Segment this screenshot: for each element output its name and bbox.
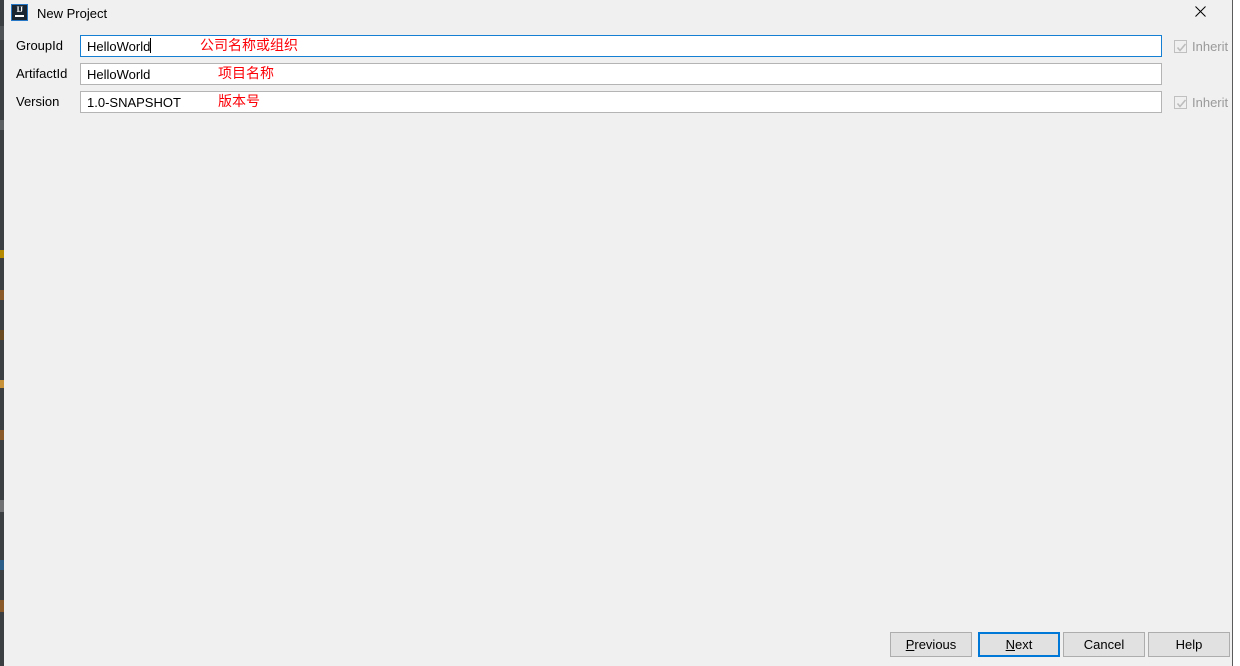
form-row-artifactid: ArtifactId HelloWorld 项目名称 [4, 63, 1232, 85]
groupid-inherit-control[interactable]: Inherit [1174, 38, 1228, 55]
version-value: 1.0-SNAPSHOT [87, 95, 181, 110]
app-icon-letters: IJ [16, 5, 23, 14]
previous-button[interactable]: Previous [890, 632, 972, 657]
cancel-button[interactable]: Cancel [1063, 632, 1145, 657]
version-inherit-label: Inherit [1192, 94, 1229, 110]
groupid-inherit-checkbox[interactable] [1174, 40, 1187, 53]
dialog-title-bar: IJ New Project [4, 0, 1232, 28]
artifactid-value: HelloWorld [87, 67, 151, 82]
next-button-mnemonic: N [1005, 637, 1016, 652]
artifactid-label: ArtifactId [16, 66, 68, 81]
next-button-label: ext [1015, 637, 1033, 652]
groupid-annotation: 公司名称或组织 [200, 38, 298, 54]
intellij-idea-icon: IJ [11, 4, 28, 21]
artifactid-annotation: 项目名称 [218, 66, 274, 82]
form-row-groupid: GroupId HelloWorld 公司名称或组织 Inherit [4, 35, 1232, 57]
checkmark-icon [1176, 43, 1187, 52]
groupid-value: HelloWorld [87, 39, 151, 54]
help-button-label: Help [1175, 637, 1203, 652]
groupid-label: GroupId [16, 38, 63, 53]
version-annotation: 版本号 [218, 94, 260, 110]
window-title: New Project [37, 6, 108, 21]
version-inherit-control[interactable]: Inherit [1174, 94, 1228, 111]
groupid-inherit-label: Inherit [1192, 38, 1229, 54]
previous-button-label: revious [914, 637, 957, 652]
version-inherit-checkbox[interactable] [1174, 96, 1187, 109]
checkmark-icon [1176, 99, 1187, 108]
next-button[interactable]: Next [978, 632, 1060, 657]
form-row-version: Version 1.0-SNAPSHOT 版本号 Inherit [4, 91, 1232, 113]
close-button[interactable] [1182, 0, 1222, 26]
version-label: Version [16, 94, 60, 109]
close-icon [1195, 6, 1206, 17]
text-caret [150, 38, 151, 53]
cancel-button-label: Cancel [1083, 637, 1125, 652]
dialog-button-bar: Previous Next Cancel Help [4, 632, 1232, 660]
new-project-dialog: IJ New Project GroupId HelloWorld 公司名称或组… [4, 0, 1233, 666]
help-button[interactable]: Help [1148, 632, 1230, 657]
app-icon-underline [15, 15, 24, 17]
